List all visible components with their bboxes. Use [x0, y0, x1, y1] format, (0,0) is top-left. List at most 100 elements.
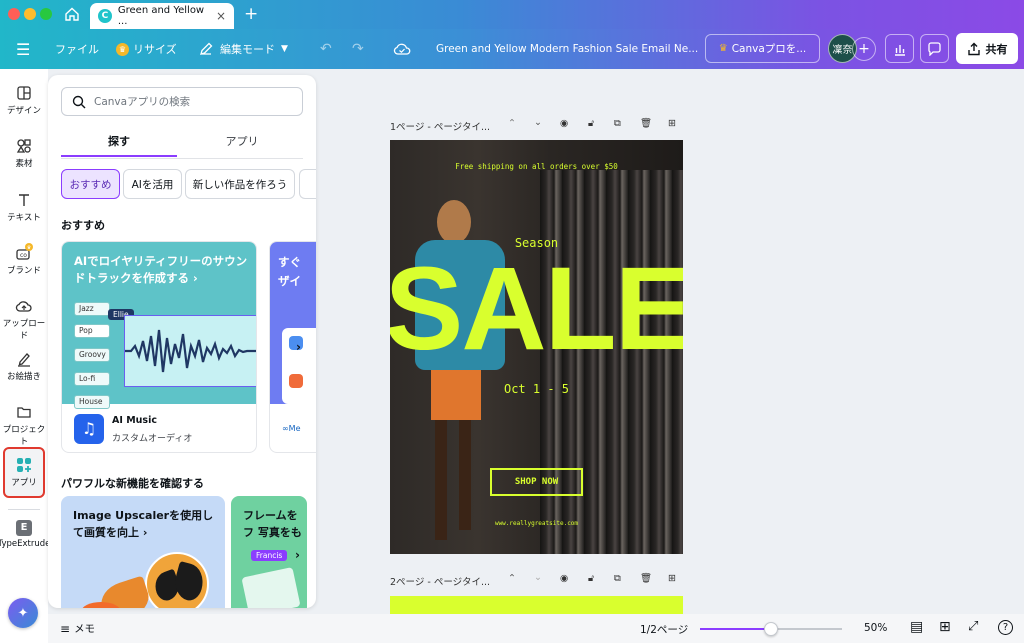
chevron-down-icon[interactable]: ⌄	[534, 572, 542, 583]
menu-icon[interactable]: ☰	[16, 29, 30, 69]
tab-apps[interactable]: アプリ	[181, 133, 303, 157]
cloud-save-icon[interactable]	[393, 29, 411, 69]
delete-page-icon[interactable]: 🗑︎	[640, 573, 652, 584]
lock-page-icon[interactable]: 🔓︎	[588, 118, 594, 129]
sidebar-item-typeextrude[interactable]: E TypeExtrude	[0, 520, 52, 549]
zoom-level[interactable]: 50%	[864, 622, 887, 634]
maximize-window-button[interactable]	[40, 8, 52, 20]
sidebar-label: アップロード	[2, 319, 46, 341]
notes-button[interactable]: ≡ メモ	[60, 621, 95, 636]
share-button[interactable]: 共有	[956, 33, 1018, 64]
shipping-banner[interactable]: Free shipping on all orders over $50	[390, 162, 683, 171]
sidebar-item-text[interactable]: テキスト	[0, 192, 48, 223]
chevron-up-icon[interactable]: ⌃	[508, 118, 516, 129]
delete-page-icon[interactable]: 🗑︎	[640, 118, 652, 129]
chevron-right-icon[interactable]: ›	[295, 548, 300, 562]
sidebar-item-upload[interactable]: アップロード	[0, 298, 48, 341]
zoom-slider[interactable]	[700, 622, 842, 636]
duplicate-page-icon[interactable]: ⧉	[614, 118, 621, 129]
sidebar-label: 素材	[15, 159, 33, 169]
card-banner: AIでロイヤリティフリーのサウンドトラックを作成する › Jazz Pop Gr…	[62, 242, 256, 409]
card-headline: すぐ ザイ	[278, 255, 301, 288]
close-tab-icon[interactable]: ×	[216, 9, 226, 23]
chevron-up-icon[interactable]: ⌃	[508, 573, 516, 584]
page-view-icon[interactable]: ▤	[910, 619, 923, 635]
zoom-slider-handle[interactable]	[764, 622, 778, 636]
lock-page-icon[interactable]: 🔓︎	[588, 573, 594, 584]
sidebar-item-brand[interactable]: co ♛ ブランド	[0, 243, 48, 276]
editor-toolbar: ☰ ファイル ♛ リサイズ 編集モード ▼ ↶ ↷ Green and Yell…	[0, 29, 1024, 69]
add-collaborator-button[interactable]: +	[852, 37, 876, 61]
hide-page-icon[interactable]: ◉	[560, 573, 568, 584]
chevron-right-icon[interactable]: ›	[296, 340, 301, 354]
chip-next[interactable]	[299, 169, 316, 199]
left-sidebar: デザイン 素材 テキスト co ♛ ブランド アップロード お絵描き プロジェクト…	[0, 69, 50, 643]
sidebar-item-elements[interactable]: 素材	[0, 138, 48, 169]
app-description: カスタムオーディオ	[112, 434, 193, 444]
tab-discover[interactable]: 探す	[61, 133, 177, 157]
grid-view-icon[interactable]: ⊞	[939, 619, 951, 635]
share-label: 共有	[985, 42, 1008, 56]
website-text[interactable]: www.reallygreatsite.com	[390, 520, 683, 527]
add-page-icon[interactable]: ⊞	[668, 118, 676, 129]
tag-groovy: Groovy	[74, 348, 110, 362]
tabs-divider	[61, 158, 303, 159]
design-page-2[interactable]	[390, 596, 683, 614]
pencil-icon	[200, 42, 213, 55]
fullscreen-icon[interactable]: ⤢	[968, 619, 978, 634]
close-window-button[interactable]	[8, 8, 20, 20]
add-page-icon[interactable]: ⊞	[668, 573, 676, 584]
sidebar-item-projects[interactable]: プロジェクト	[0, 404, 48, 447]
frames-card-partial[interactable]: フレームを フ 写真をもっと Francis ›	[231, 496, 307, 608]
page1-header: 1ページ - ページタイ... ⌃ ⌄ ◉ 🔓︎ ⧉ 🗑︎ ⊞	[390, 117, 690, 135]
page-title[interactable]: 2ページ - ページタイ...	[390, 577, 490, 588]
page-title[interactable]: 1ページ - ページタイ...	[390, 122, 490, 133]
chip-create-new[interactable]: 新しい作品を作ろう	[185, 169, 295, 199]
comment-icon[interactable]	[920, 34, 949, 63]
ai-music-card[interactable]: AIでロイヤリティフリーのサウンドトラックを作成する › Jazz Pop Gr…	[61, 241, 257, 453]
redo-icon[interactable]: ↷	[352, 29, 364, 69]
crown-icon: ♛	[116, 42, 129, 56]
duplicate-page-icon[interactable]: ⧉	[614, 573, 621, 584]
edit-mode-button[interactable]: 編集モード ▼	[198, 29, 288, 69]
magic-assistant-button[interactable]: ✦	[8, 598, 38, 628]
hide-page-icon[interactable]: ◉	[560, 118, 568, 129]
sidebar-item-draw[interactable]: お絵描き	[0, 351, 48, 382]
browser-titlebar: C Green and Yellow ... × +	[0, 0, 1024, 29]
sidebar-item-design[interactable]: デザイン	[0, 85, 48, 116]
resize-label: リサイズ	[133, 43, 177, 56]
file-menu-button[interactable]: ファイル	[55, 29, 99, 69]
search-placeholder: Canvaアプリの検索	[94, 96, 191, 108]
page-count[interactable]: 1/2ページ	[640, 622, 688, 637]
image-upscaler-card[interactable]: Image Upscalerを使用して画質を向上 ›	[61, 496, 225, 608]
tag-house: House	[74, 395, 110, 409]
promo-card-partial[interactable]: すぐ ザイ › ∞Me	[269, 241, 316, 453]
chip-recommended[interactable]: おすすめ	[61, 169, 120, 199]
brand-icon: co♛	[16, 243, 33, 260]
undo-icon[interactable]: ↶	[320, 29, 332, 69]
document-title[interactable]: Green and Yellow Modern Fashion Sale Ema…	[436, 29, 698, 69]
new-tab-icon[interactable]: +	[244, 4, 258, 24]
minimize-window-button[interactable]	[24, 8, 36, 20]
sidebar-item-apps[interactable]: アプリ	[3, 447, 45, 498]
design-page-1[interactable]: Free shipping on all orders over $50 Sea…	[390, 140, 683, 554]
insights-icon[interactable]	[885, 34, 914, 63]
date-text[interactable]: Oct 1 - 5	[390, 382, 683, 396]
help-icon[interactable]: ?	[998, 620, 1013, 635]
chevron-down-icon[interactable]: ⌄	[534, 117, 542, 128]
notes-icon: ≡	[60, 621, 71, 636]
shop-now-button[interactable]: SHOP NOW	[490, 468, 583, 496]
bottom-bar: ≡ メモ 1/2ページ 50% ▤ ⊞ ⤢ ?	[48, 614, 1024, 643]
typeextrude-icon: E	[16, 520, 32, 536]
sale-headline[interactable]: SALE	[390, 244, 683, 374]
app-search-input[interactable]: Canvaアプリの検索	[61, 87, 303, 116]
browser-tab[interactable]: C Green and Yellow ... ×	[90, 3, 234, 29]
music-note-icon: ♫	[74, 414, 104, 444]
canva-pro-button[interactable]: ♛ Canvaプロを...	[705, 34, 820, 63]
sidebar-label: デザイン	[6, 106, 41, 116]
draw-icon	[18, 353, 30, 367]
resize-button[interactable]: ♛ リサイズ	[116, 29, 177, 69]
home-icon[interactable]	[64, 6, 80, 22]
sidebar-label: お絵描き	[6, 372, 41, 382]
chip-ai[interactable]: AIを活用	[123, 169, 182, 199]
